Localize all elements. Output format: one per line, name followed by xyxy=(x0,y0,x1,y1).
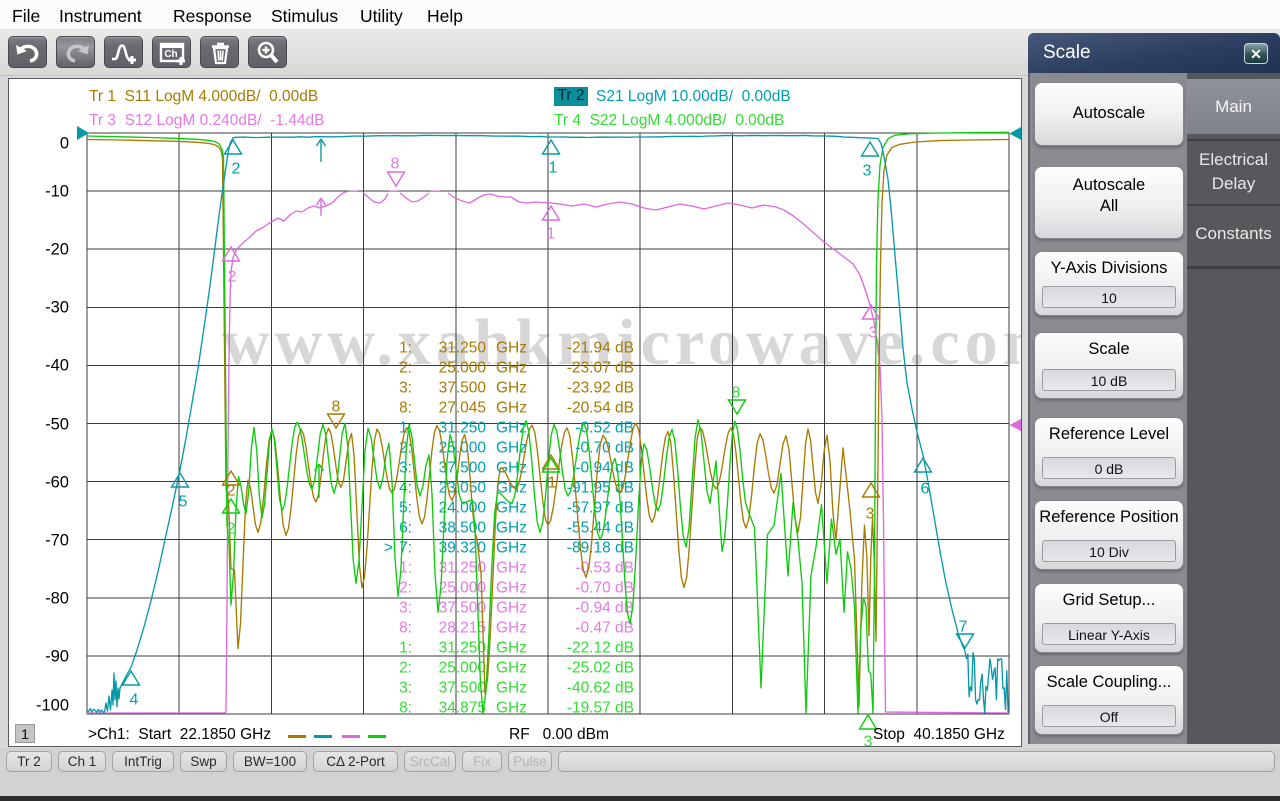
svg-text:GHz: GHz xyxy=(496,680,527,697)
svg-text:8:: 8: xyxy=(399,620,412,637)
svg-text:-0.94 dB: -0.94 dB xyxy=(575,600,634,617)
svg-text:GHz: GHz xyxy=(496,580,527,597)
svg-text:GHz: GHz xyxy=(496,400,527,417)
svg-text:5: 5 xyxy=(179,494,188,511)
svg-text:6: 6 xyxy=(921,481,930,498)
svg-text:4: 4 xyxy=(130,692,139,709)
svg-text:0: 0 xyxy=(60,135,69,153)
svg-text:-25.02 dB: -25.02 dB xyxy=(567,660,634,677)
svg-text:6:: 6: xyxy=(399,520,412,537)
svg-text:-50: -50 xyxy=(45,416,69,434)
svg-text:2:: 2: xyxy=(399,660,412,677)
svg-text:8: 8 xyxy=(332,399,341,416)
svg-text:37.500: 37.500 xyxy=(439,600,487,617)
svg-text:GHz: GHz xyxy=(496,600,527,617)
svg-text:2: 2 xyxy=(228,269,237,286)
svg-text:25.000: 25.000 xyxy=(439,360,487,377)
svg-text:GHz: GHz xyxy=(496,620,527,637)
svg-text:31.250: 31.250 xyxy=(439,340,487,357)
svg-text:GHz: GHz xyxy=(496,660,527,677)
svg-text:-22.12 dB: -22.12 dB xyxy=(567,640,634,657)
svg-text:37.500: 37.500 xyxy=(439,680,487,697)
svg-text:2:: 2: xyxy=(399,580,412,597)
svg-text:-23.92 dB: -23.92 dB xyxy=(567,380,634,397)
svg-text:-100: -100 xyxy=(36,697,69,715)
svg-text:-0.47 dB: -0.47 dB xyxy=(575,620,634,637)
svg-text:>: > xyxy=(384,540,393,557)
svg-text:-20: -20 xyxy=(45,241,69,259)
svg-text:3:: 3: xyxy=(399,600,412,617)
svg-text:3: 3 xyxy=(863,163,872,180)
svg-text:2: 2 xyxy=(227,483,236,500)
svg-text:GHz: GHz xyxy=(496,380,527,397)
svg-text:GHz: GHz xyxy=(496,700,527,717)
svg-text:GHz: GHz xyxy=(496,340,527,357)
svg-text:37.500: 37.500 xyxy=(439,380,487,397)
svg-text:8:: 8: xyxy=(399,400,412,417)
svg-text:31.250: 31.250 xyxy=(439,420,487,437)
svg-text:5:: 5: xyxy=(399,500,412,517)
svg-text:GHz: GHz xyxy=(496,520,527,537)
svg-text:-30: -30 xyxy=(45,299,69,317)
svg-text:34.875: 34.875 xyxy=(439,700,486,717)
svg-text:4:: 4: xyxy=(399,480,412,497)
svg-text:-70: -70 xyxy=(45,532,69,550)
svg-text:1:: 1: xyxy=(399,340,412,357)
svg-text:-80: -80 xyxy=(45,590,69,608)
svg-text:Ch: Ch xyxy=(164,49,177,60)
svg-text:-10: -10 xyxy=(45,183,69,201)
svg-text:-23.07 dB: -23.07 dB xyxy=(567,360,634,377)
svg-text:-21.94 dB: -21.94 dB xyxy=(567,340,634,357)
svg-text:2:: 2: xyxy=(399,360,412,377)
svg-text:-55.44 dB: -55.44 dB xyxy=(567,520,634,537)
svg-text:7: 7 xyxy=(959,619,968,636)
svg-text:-90: -90 xyxy=(45,648,69,666)
svg-text:GHz: GHz xyxy=(496,360,527,377)
svg-text:2: 2 xyxy=(227,521,236,538)
svg-text:-19.57 dB: -19.57 dB xyxy=(567,700,634,717)
svg-text:1:: 1: xyxy=(399,640,412,657)
svg-text:-40: -40 xyxy=(45,357,69,375)
svg-text:27.045: 27.045 xyxy=(439,400,486,417)
svg-text:-20.54 dB: -20.54 dB xyxy=(567,400,634,417)
svg-text:3:: 3: xyxy=(399,380,412,397)
svg-text:3: 3 xyxy=(864,734,873,748)
svg-text:24.000: 24.000 xyxy=(439,500,487,517)
svg-text:1: 1 xyxy=(548,475,557,492)
svg-text:3: 3 xyxy=(869,325,878,342)
svg-text:38.500: 38.500 xyxy=(439,520,487,537)
svg-text:8: 8 xyxy=(732,385,741,402)
svg-text:GHz: GHz xyxy=(496,560,527,577)
svg-text:-0.52 dB: -0.52 dB xyxy=(575,420,634,437)
svg-text:-0.70 dB: -0.70 dB xyxy=(575,440,634,457)
svg-text:3: 3 xyxy=(866,506,875,523)
svg-text:1: 1 xyxy=(547,226,556,243)
svg-text:GHz: GHz xyxy=(496,440,527,457)
svg-text:-60: -60 xyxy=(45,474,69,492)
svg-text:2: 2 xyxy=(232,161,241,178)
svg-text:GHz: GHz xyxy=(496,640,527,657)
svg-text:1: 1 xyxy=(549,160,558,177)
svg-text:GHz: GHz xyxy=(496,500,527,517)
svg-text:25.000: 25.000 xyxy=(439,580,487,597)
svg-text:8:: 8: xyxy=(399,700,412,717)
svg-text:GHz: GHz xyxy=(496,540,527,557)
svg-text:3:: 3: xyxy=(399,680,412,697)
svg-text:-40.62 dB: -40.62 dB xyxy=(567,680,634,697)
svg-text:8: 8 xyxy=(391,156,400,173)
